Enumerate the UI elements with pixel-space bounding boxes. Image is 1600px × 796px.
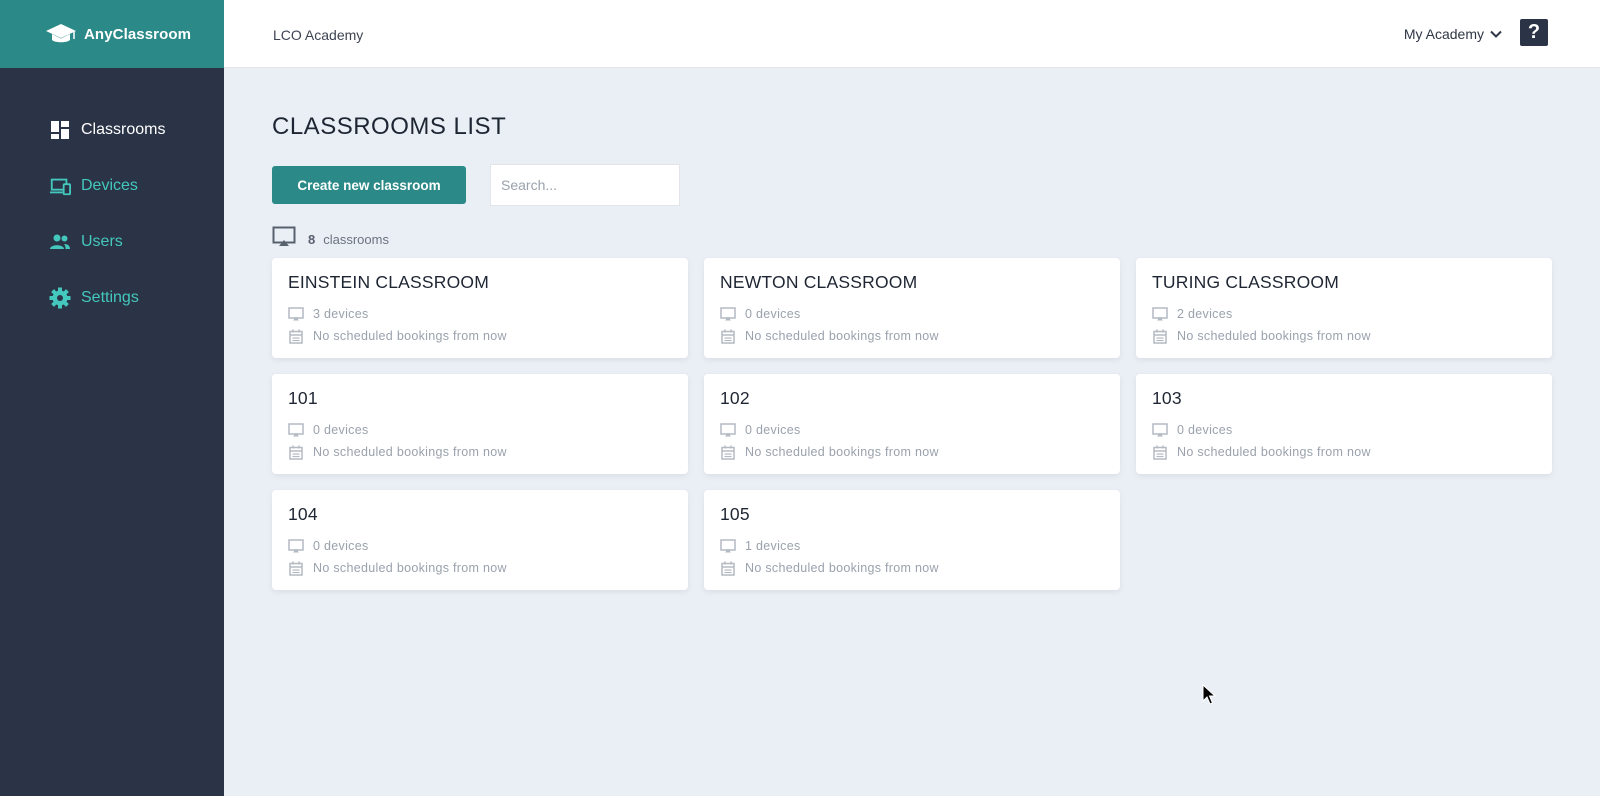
monitor-icon <box>288 422 304 438</box>
device-count: 0 devices <box>313 539 369 553</box>
classroom-name: NEWTON CLASSROOM <box>720 272 918 292</box>
mouse-cursor-icon <box>1202 683 1217 706</box>
classroom-card[interactable]: 104 0 devices No scheduled bookings from… <box>272 490 688 590</box>
classroom-card[interactable]: 103 0 devices No scheduled bookings from… <box>1136 374 1552 474</box>
device-count: 0 devices <box>313 423 369 437</box>
classroom-name: 103 <box>1152 388 1182 408</box>
booking-status: No scheduled bookings from now <box>745 445 939 459</box>
booking-status: No scheduled bookings from now <box>745 561 939 575</box>
calendar-icon <box>288 328 304 344</box>
device-count: 1 devices <box>745 539 801 553</box>
sidebar-item-devices[interactable]: Devices <box>0 158 224 214</box>
classroom-name: EINSTEIN CLASSROOM <box>288 272 489 292</box>
classroom-count-number: 8 <box>308 232 316 247</box>
academy-name: LCO Academy <box>273 27 364 43</box>
device-count: 0 devices <box>745 423 801 437</box>
monitor-icon <box>720 306 736 322</box>
classroom-name: 104 <box>288 504 318 524</box>
graduation-cap-icon <box>44 21 78 47</box>
account-menu[interactable]: My Academy <box>1404 25 1502 43</box>
classroom-card[interactable]: 101 0 devices No scheduled bookings from… <box>272 374 688 474</box>
users-icon <box>49 231 71 253</box>
calendar-icon <box>720 328 736 344</box>
sidebar: AnyClassroom Classrooms Devices Users Se… <box>0 0 224 796</box>
monitor-icon <box>272 226 296 253</box>
sidebar-item-label: Settings <box>81 289 139 306</box>
page-title: CLASSROOMS LIST <box>272 113 507 140</box>
search-input[interactable] <box>490 164 680 206</box>
booking-status: No scheduled bookings from now <box>1177 445 1371 459</box>
sidebar-item-settings[interactable]: Settings <box>0 270 224 326</box>
monitor-icon <box>1152 422 1168 438</box>
sidebar-item-label: Users <box>81 233 123 250</box>
sidebar-item-users[interactable]: Users <box>0 214 224 270</box>
calendar-icon <box>1152 328 1168 344</box>
calendar-icon <box>288 560 304 576</box>
device-count: 3 devices <box>313 307 369 321</box>
booking-status: No scheduled bookings from now <box>313 329 507 343</box>
monitor-icon <box>288 306 304 322</box>
device-count: 0 devices <box>1177 423 1233 437</box>
classroom-card[interactable]: TURING CLASSROOM 2 devices No scheduled … <box>1136 258 1552 358</box>
dashboard-icon <box>49 119 71 141</box>
classroom-grid: EINSTEIN CLASSROOM 3 devices No schedule… <box>272 258 1552 590</box>
create-classroom-button[interactable]: Create new classroom <box>272 166 466 204</box>
classroom-card[interactable]: 105 1 devices No scheduled bookings from… <box>704 490 1120 590</box>
calendar-icon <box>720 444 736 460</box>
gear-icon <box>49 287 71 309</box>
calendar-icon <box>288 444 304 460</box>
classroom-name: 102 <box>720 388 750 408</box>
booking-status: No scheduled bookings from now <box>745 329 939 343</box>
top-bar: LCO Academy My Academy ? <box>224 0 1600 68</box>
sidebar-item-classrooms[interactable]: Classrooms <box>0 102 224 158</box>
classroom-count-label: classrooms <box>323 232 389 247</box>
classroom-card[interactable]: NEWTON CLASSROOM 0 devices No scheduled … <box>704 258 1120 358</box>
classroom-card[interactable]: EINSTEIN CLASSROOM 3 devices No schedule… <box>272 258 688 358</box>
classroom-name: TURING CLASSROOM <box>1152 272 1339 292</box>
sidebar-nav: Classrooms Devices Users Settings <box>0 102 224 326</box>
monitor-icon <box>1152 306 1168 322</box>
monitor-icon <box>720 422 736 438</box>
sidebar-item-label: Classrooms <box>81 121 166 138</box>
chevron-down-icon <box>1490 25 1502 43</box>
classroom-card[interactable]: 102 0 devices No scheduled bookings from… <box>704 374 1120 474</box>
sidebar-item-label: Devices <box>81 177 138 194</box>
classroom-count: 8 classrooms <box>272 226 389 253</box>
device-count: 0 devices <box>745 307 801 321</box>
device-count: 2 devices <box>1177 307 1233 321</box>
classroom-name: 101 <box>288 388 318 408</box>
booking-status: No scheduled bookings from now <box>313 445 507 459</box>
booking-status: No scheduled bookings from now <box>313 561 507 575</box>
monitor-icon <box>288 538 304 554</box>
calendar-icon <box>1152 444 1168 460</box>
classroom-name: 105 <box>720 504 750 524</box>
app-name: AnyClassroom <box>84 25 192 43</box>
calendar-icon <box>720 560 736 576</box>
help-button[interactable]: ? <box>1520 19 1548 46</box>
account-menu-label: My Academy <box>1403 26 1484 42</box>
booking-status: No scheduled bookings from now <box>1177 329 1371 343</box>
devices-icon <box>49 175 71 197</box>
brand-logo[interactable]: AnyClassroom <box>0 0 224 68</box>
monitor-icon <box>720 538 736 554</box>
